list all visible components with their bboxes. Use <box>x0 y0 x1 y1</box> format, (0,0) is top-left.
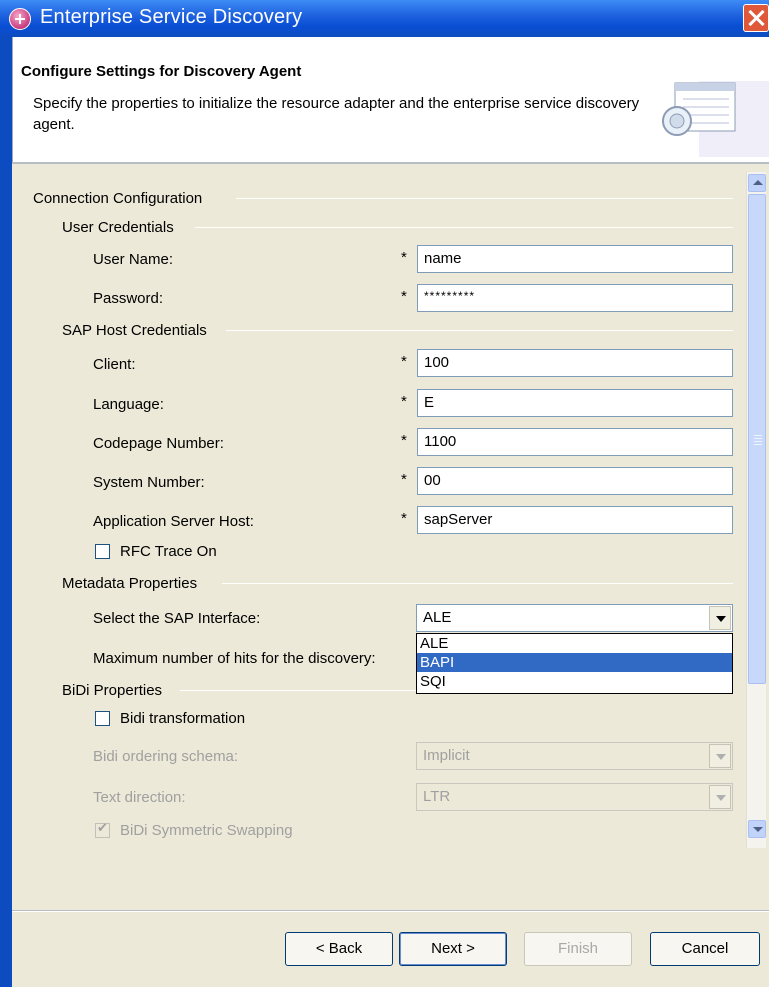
sap-interface-dropdown-list[interactable]: ALE BAPI SQI <box>416 633 733 694</box>
required-marker: * <box>401 393 407 410</box>
sap-interface-value: ALE <box>423 609 452 626</box>
bidi-transformation-checkbox[interactable] <box>95 711 110 726</box>
password-input[interactable]: ********* <box>417 284 733 312</box>
chevron-down-icon[interactable] <box>709 606 731 630</box>
dropdown-option-ale[interactable]: ALE <box>417 634 732 653</box>
bidi-ordering-select[interactable]: Implicit <box>416 742 733 770</box>
language-label: Language: <box>93 396 164 413</box>
text-direction-value: LTR <box>423 788 451 805</box>
required-marker: * <box>401 249 407 266</box>
required-marker: * <box>401 510 407 527</box>
app-server-host-input[interactable]: sapServer <box>417 506 733 534</box>
required-marker: * <box>401 432 407 449</box>
user-name-input[interactable]: name <box>417 245 733 273</box>
finish-button[interactable]: Finish <box>524 932 632 966</box>
codepage-label: Codepage Number: <box>93 435 224 452</box>
close-button[interactable] <box>743 4 769 32</box>
bidi-symmetric-checkbox[interactable] <box>95 821 110 838</box>
bidi-ordering-label: Bidi ordering schema: <box>93 748 239 765</box>
chevron-down-icon[interactable] <box>709 744 731 768</box>
app-server-host-label: Application Server Host: <box>93 513 254 530</box>
window-title: Enterprise Service Discovery <box>40 6 303 28</box>
required-marker: * <box>401 288 407 305</box>
group-divider <box>226 330 733 331</box>
bidi-group-label: BiDi Properties <box>62 682 163 699</box>
system-number-label: System Number: <box>93 474 205 491</box>
password-label: Password: <box>93 290 164 307</box>
codepage-input[interactable]: 1100 <box>417 428 733 456</box>
required-marker: * <box>401 471 407 488</box>
system-number-input[interactable]: 00 <box>417 467 733 495</box>
bidi-transformation-label: Bidi transformation <box>120 710 246 727</box>
wizard-banner-icon <box>662 81 769 157</box>
back-button[interactable]: < Back <box>285 932 393 966</box>
user-credentials-group-label: User Credentials <box>62 219 174 236</box>
required-marker: * <box>401 353 407 370</box>
title-bar[interactable]: Enterprise Service Discovery <box>0 0 769 37</box>
text-direction-select[interactable]: LTR <box>416 783 733 811</box>
banner-title: Configure Settings for Discovery Agent <box>21 63 302 80</box>
sap-host-group-label: SAP Host Credentials <box>62 322 207 339</box>
next-button[interactable]: Next > <box>399 932 507 966</box>
client-input[interactable]: 100 <box>417 349 733 377</box>
sap-interface-select[interactable]: ALE <box>416 604 733 632</box>
app-icon <box>9 8 31 30</box>
banner-description: Specify the properties to initialize the… <box>33 95 640 133</box>
wizard-banner: Configure Settings for Discovery Agent S… <box>12 37 769 162</box>
group-divider <box>236 198 733 199</box>
dropdown-option-bapi[interactable]: BAPI <box>417 653 732 672</box>
client-label: Client: <box>93 356 136 373</box>
user-name-label: User Name: <box>93 251 174 268</box>
group-divider <box>195 227 733 228</box>
window-border <box>0 37 12 987</box>
group-divider <box>180 690 416 691</box>
rfc-trace-label: RFC Trace On <box>120 543 217 560</box>
scroll-up-arrow-icon[interactable] <box>748 174 766 192</box>
sap-interface-label: Select the SAP Interface: <box>93 610 261 627</box>
chevron-down-icon[interactable] <box>709 785 731 809</box>
footer-separator <box>12 910 769 912</box>
rfc-trace-checkbox[interactable] <box>95 544 110 559</box>
bidi-symmetric-label: BiDi Symmetric Swapping <box>120 822 293 839</box>
bidi-ordering-value: Implicit <box>423 747 470 764</box>
metadata-group-label: Metadata Properties <box>62 575 198 592</box>
group-divider <box>222 583 733 584</box>
connection-config-group-label: Connection Configuration <box>33 190 203 207</box>
language-input[interactable]: E <box>417 389 733 417</box>
scroll-down-arrow-icon[interactable] <box>748 820 766 838</box>
cancel-button[interactable]: Cancel <box>650 932 760 966</box>
max-hits-label: Maximum number of hits for the discovery… <box>93 650 376 667</box>
scrollbar-thumb[interactable] <box>748 194 766 684</box>
vertical-scrollbar[interactable] <box>746 172 766 848</box>
text-direction-label: Text direction: <box>93 789 186 806</box>
dropdown-option-sqi[interactable]: SQI <box>417 672 732 691</box>
